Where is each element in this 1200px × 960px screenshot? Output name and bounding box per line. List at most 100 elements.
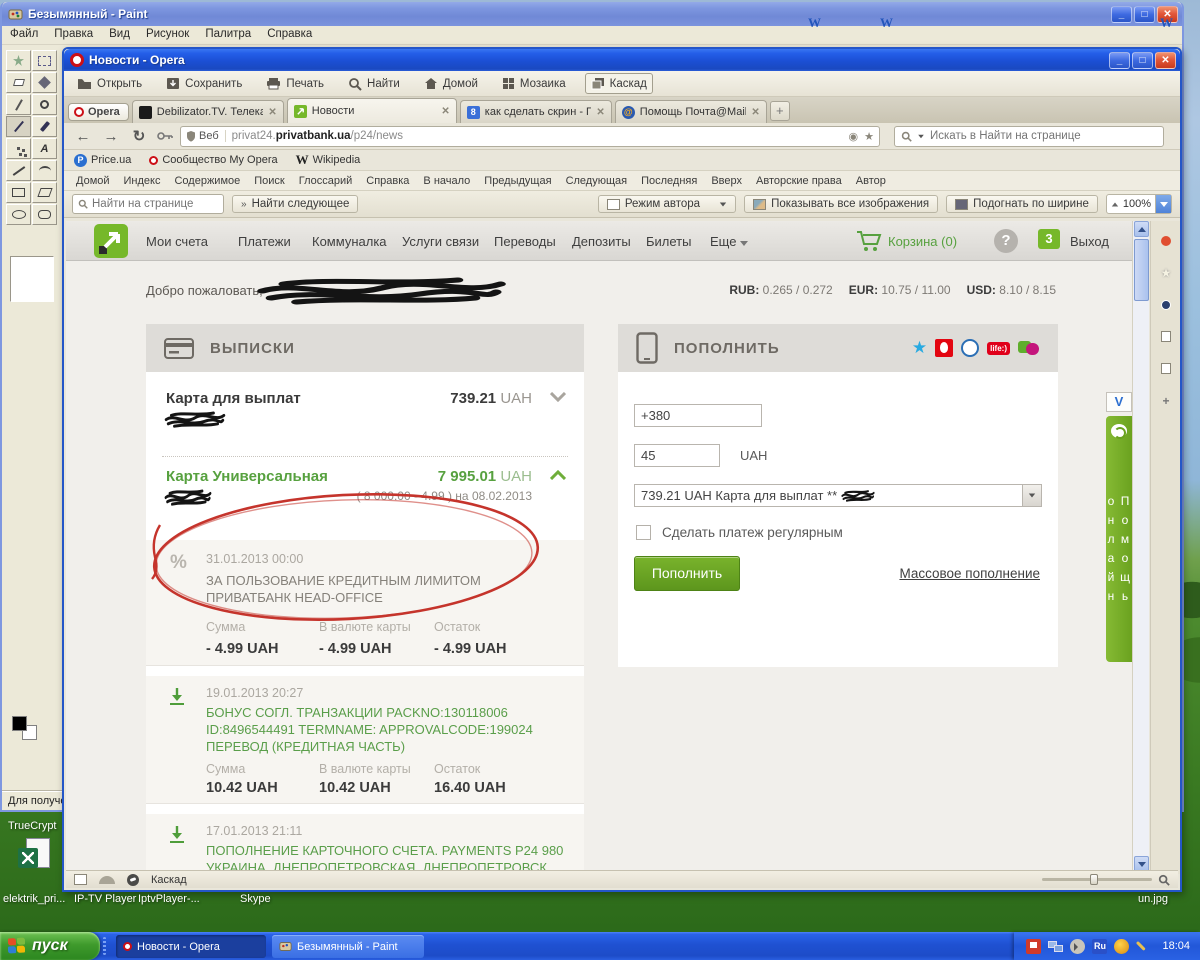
transaction-row[interactable]: % 31.01.2013 00:00 ЗА ПОЛЬЗОВАНИЕ КРЕДИТ…	[146, 540, 584, 666]
opera-menu-button[interactable]: Opera	[68, 103, 129, 121]
logout-link[interactable]: Выход	[1070, 234, 1109, 249]
tray-volume-icon[interactable]	[1070, 938, 1086, 954]
forward-button[interactable]: →	[100, 128, 122, 145]
chevron-down-icon[interactable]	[918, 134, 924, 138]
downloads-panel-icon[interactable]	[1158, 361, 1174, 377]
nav-more[interactable]: Еще	[710, 234, 749, 249]
show-images-button[interactable]: Показывать все изображения	[744, 195, 939, 213]
tray-wand-icon[interactable]	[1136, 939, 1151, 954]
paint-menu-image[interactable]: Рисунок	[146, 28, 189, 42]
desktop-icon-label[interactable]: Skype	[240, 893, 271, 905]
print-button[interactable]: Печать	[261, 74, 329, 93]
tool-line-icon[interactable]	[6, 160, 31, 181]
paint-minimize-button[interactable]: _	[1111, 5, 1132, 23]
paint-menu-file[interactable]: Файл	[10, 28, 38, 42]
opera-maximize-button[interactable]: □	[1132, 51, 1153, 69]
open-button[interactable]: Открыть	[72, 74, 147, 93]
taskbar-task-paint[interactable]: Безымянный - Paint	[272, 935, 424, 958]
desktop-icon-label[interactable]: elektrik_pri...	[3, 893, 65, 905]
zoom-control[interactable]: 100%	[1105, 194, 1172, 214]
opera-minimize-button[interactable]: _	[1109, 51, 1130, 69]
save-button[interactable]: Сохранить	[161, 74, 247, 93]
pagelink-up[interactable]: Вверх	[711, 175, 742, 187]
tray-alert-icon[interactable]	[1026, 938, 1042, 954]
zoom-slider-track[interactable]	[1042, 874, 1152, 885]
scrollbar-thumb[interactable]	[1134, 239, 1149, 301]
tab-mailru-help[interactable]: @ Помощь Почта@Mail.Ru...✕	[614, 100, 767, 123]
security-badge[interactable]: Веб	[186, 130, 226, 142]
tray-lightning-icon[interactable]	[1114, 938, 1130, 954]
cart-label[interactable]: Корзина (0)	[888, 234, 957, 249]
pagelink-prev[interactable]: Предыдущая	[484, 175, 551, 187]
recurring-checkbox[interactable]	[636, 525, 651, 540]
paint-menu-edit[interactable]: Правка	[54, 28, 93, 42]
nav-deposits[interactable]: Депозиты	[572, 234, 631, 249]
tool-polygon-icon[interactable]	[32, 182, 57, 203]
pagelink-author[interactable]: Автор	[856, 175, 886, 187]
vertical-scrollbar[interactable]	[1132, 221, 1149, 874]
tool-select-icon[interactable]	[32, 50, 57, 71]
help-button[interactable]: ?	[994, 229, 1018, 253]
card-row-universal[interactable]: Карта Универсальная 7 995.01 UAH ( 8 000…	[146, 468, 584, 528]
tool-rectangle-icon[interactable]	[6, 182, 31, 203]
tray-clock[interactable]: 18:04	[1162, 940, 1190, 952]
foreground-color-swatch[interactable]	[12, 716, 27, 731]
tab-close-icon[interactable]: ✕	[268, 107, 276, 118]
pagelink-last[interactable]: Последняя	[641, 175, 697, 187]
mass-topup-link[interactable]: Массовое пополнение	[899, 566, 1040, 581]
find-next-button[interactable]: » Найти следующее	[232, 195, 359, 213]
bookmark-wikipedia[interactable]: W Wikipedia	[296, 152, 361, 168]
tray-network-icon[interactable]	[1048, 939, 1064, 954]
excel-file-icon[interactable]	[18, 838, 54, 880]
tool-eraser-icon[interactable]	[6, 72, 31, 93]
tab-close-icon[interactable]: ✕	[751, 107, 759, 118]
chevron-down-icon[interactable]	[550, 392, 566, 402]
paint-color-indicator[interactable]	[8, 714, 52, 744]
paint-tool-options[interactable]	[10, 256, 54, 302]
pagelink-contents[interactable]: Содержимое	[174, 175, 240, 187]
zoom-up-icon[interactable]	[1111, 202, 1119, 206]
nav-my-accounts[interactable]: Мои счета	[146, 234, 208, 249]
tab-close-icon[interactable]: ✕	[441, 106, 449, 117]
tile-button[interactable]: Мозаика	[497, 74, 571, 93]
topup-submit-button[interactable]: Пополнить	[634, 556, 740, 591]
desktop-file-label[interactable]: un.jpg	[1138, 893, 1168, 905]
unite-icon[interactable]	[1158, 233, 1174, 249]
tab-debilizator[interactable]: Debilizator.TV. Телекан...✕	[131, 100, 284, 123]
key-icon[interactable]	[156, 130, 174, 142]
find-button[interactable]: Найти	[343, 74, 405, 94]
author-mode-select[interactable]: Режим автора	[597, 195, 737, 213]
paint-titlebar[interactable]: Безымянный - Paint _ □ ✕	[2, 2, 1182, 26]
tab-close-icon[interactable]: ✕	[596, 107, 604, 118]
scroll-up-button[interactable]	[1134, 221, 1149, 237]
amount-input[interactable]	[634, 444, 720, 467]
tool-airbrush-icon[interactable]	[6, 138, 31, 159]
new-tab-button[interactable]: +	[769, 101, 790, 121]
find-input-wrap[interactable]	[72, 194, 224, 214]
notes-panel-icon[interactable]	[1158, 329, 1174, 345]
desktop-icon-label[interactable]: IptvPlayer-...	[138, 893, 200, 905]
tool-text-icon[interactable]: A	[32, 138, 57, 159]
back-button[interactable]: ←	[72, 128, 94, 145]
zoom-slider[interactable]	[1042, 874, 1170, 886]
card-name[interactable]: Карта для выплат	[166, 390, 301, 407]
pagelink-search[interactable]: Поиск	[254, 175, 284, 187]
start-button[interactable]: пуск	[0, 932, 100, 960]
reload-button[interactable]: ↻	[128, 127, 150, 145]
bookmark-priceua[interactable]: P Price.ua	[74, 153, 131, 167]
url-field[interactable]: Веб privat24.privatbank.ua/p24/news ◉ ★	[180, 125, 880, 147]
phone-input[interactable]	[634, 404, 762, 427]
bookmark-star-icon[interactable]: ★	[864, 130, 874, 143]
quick-launch-handle[interactable]	[103, 937, 106, 955]
tool-free-select-icon[interactable]	[6, 50, 31, 71]
zoom-dropdown-button[interactable]	[1155, 195, 1171, 213]
nav-tickets[interactable]: Билеты	[646, 234, 691, 249]
pagelink-help[interactable]: Справка	[366, 175, 409, 187]
tool-curve-icon[interactable]	[32, 160, 57, 181]
fit-width-button[interactable]: Подогнать по ширине	[946, 195, 1098, 213]
messages-badge[interactable]: 3	[1038, 229, 1060, 249]
home-button[interactable]: Домой	[419, 74, 483, 93]
nav-telecom[interactable]: Услуги связи	[402, 234, 479, 249]
tool-fill-icon[interactable]	[32, 72, 57, 93]
find-input[interactable]	[92, 198, 218, 210]
